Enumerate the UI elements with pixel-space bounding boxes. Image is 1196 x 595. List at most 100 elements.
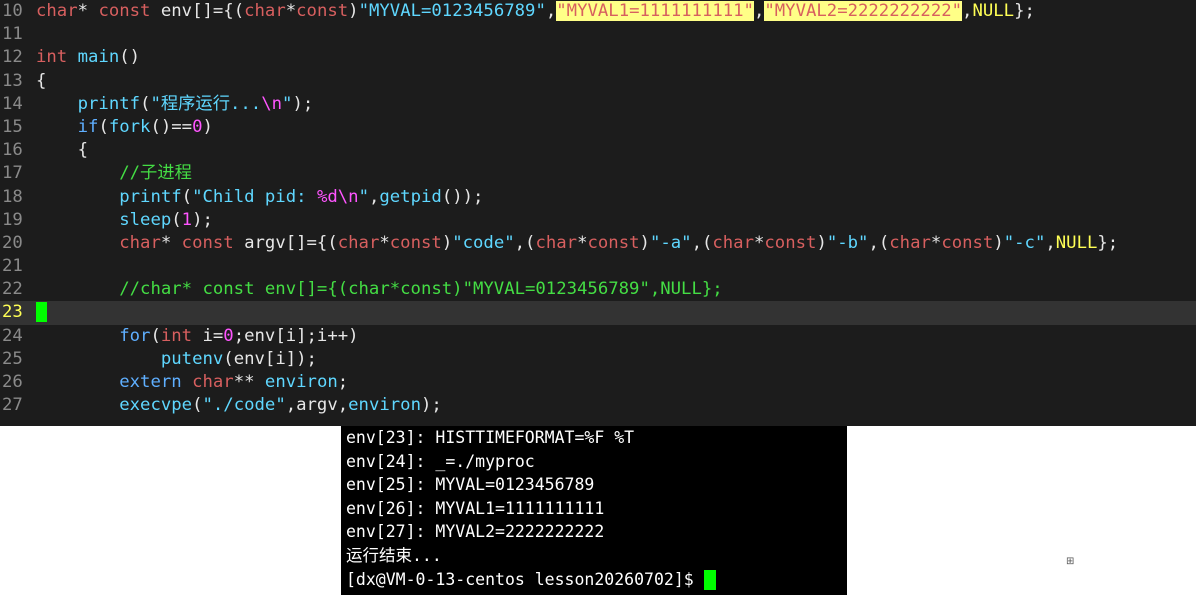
- code-token: const: [389, 232, 442, 253]
- code-token: ): [993, 232, 1004, 253]
- code-token: i=: [192, 325, 224, 346]
- code-token: const: [98, 1, 151, 21]
- code-token: "-b": [826, 232, 869, 253]
- code-token: getpid: [379, 186, 442, 207]
- code-token: char: [889, 232, 931, 253]
- code-token: (: [181, 186, 193, 207]
- code-line[interactable]: 13 {: [0, 70, 1196, 93]
- code-line[interactable]: 26 extern char** environ;: [0, 371, 1196, 394]
- code-text: char* const env[]={(char*const)"MYVAL=01…: [26, 0, 1035, 23]
- code-token: "MYVAL2=2222222222": [764, 1, 963, 21]
- code-token: char: [192, 372, 234, 392]
- code-token: extern: [119, 372, 182, 392]
- code-token: ,: [545, 1, 557, 21]
- line-number: 12: [2, 47, 23, 68]
- code-token: "程序运行...: [150, 93, 262, 114]
- code-line[interactable]: 17 //子进程: [0, 162, 1196, 185]
- code-line[interactable]: 25 putenv(env[i]);: [0, 348, 1196, 371]
- code-token: argv[]={(: [233, 232, 338, 253]
- line-number: 15: [2, 116, 23, 137]
- code-line[interactable]: 19 sleep(1);: [0, 209, 1196, 232]
- terminal-prompt: [dx@VM-0-13-centos lesson20260702]$: [346, 569, 704, 589]
- code-token: *: [160, 232, 182, 253]
- code-token: const: [587, 232, 640, 253]
- code-token: "-a": [649, 232, 692, 253]
- line-number: 13: [2, 70, 23, 91]
- code-token: ): [348, 1, 359, 21]
- terminal-line: 运行结束...: [346, 545, 442, 565]
- code-line[interactable]: 22 //char* const env[]={(char*const)"MYV…: [0, 278, 1196, 301]
- line-number: 24: [2, 325, 23, 346]
- code-token: environ: [348, 395, 421, 416]
- code-text: putenv(env[i]);: [26, 348, 317, 371]
- line-number: 20: [2, 232, 23, 253]
- code-token: int: [36, 47, 68, 68]
- code-token: "Child pid:: [192, 186, 317, 207]
- code-token: };: [1014, 1, 1035, 21]
- code-token: ;: [337, 372, 349, 392]
- code-line[interactable]: 16 {: [0, 139, 1196, 162]
- grid-icon: ⊞: [1066, 556, 1075, 567]
- code-token: char: [337, 232, 380, 253]
- code-lines: 10 char* const env[]={(char*const)"MYVAL=…: [0, 0, 1196, 417]
- code-line[interactable]: 24 for(int i=0;env[i];i++): [0, 325, 1196, 348]
- code-line[interactable]: 12 int main(): [0, 46, 1196, 69]
- code-token: *: [577, 232, 588, 253]
- code-token: 0: [192, 116, 203, 137]
- code-editor[interactable]: 10 char* const env[]={(char*const)"MYVAL=…: [0, 0, 1196, 426]
- code-text: [26, 301, 47, 324]
- code-token: NULL: [972, 1, 1015, 21]
- code-token: (: [192, 395, 203, 416]
- code-token: *: [77, 1, 99, 21]
- code-token: ,: [368, 186, 380, 207]
- code-token: char: [535, 232, 578, 253]
- terminal-line: env[25]: MYVAL=0123456789: [346, 475, 595, 495]
- code-token: printf: [77, 93, 141, 114]
- line-number: 26: [2, 372, 23, 392]
- code-token: const: [181, 232, 234, 253]
- terminal-output: env[23]: HISTTIMEFORMAT=%F %T env[24]: _=…: [341, 426, 847, 568]
- code-token: "code": [452, 232, 515, 253]
- code-token: char: [244, 1, 286, 21]
- code-line[interactable]: 27 execvpe("./code",argv,environ);: [0, 394, 1196, 417]
- code-line[interactable]: 14 printf("程序运行...\n");: [0, 93, 1196, 116]
- code-token: );: [292, 93, 314, 114]
- terminal-line: env[27]: MYVAL2=2222222222: [346, 522, 605, 542]
- editor-cursor: [36, 302, 47, 323]
- code-token: execvpe: [119, 395, 193, 416]
- code-line[interactable]: 10 char* const env[]={(char*const)"MYVAL=…: [0, 0, 1196, 23]
- code-text: int main(): [26, 46, 140, 69]
- code-token: ,argv,: [285, 395, 349, 416]
- code-line[interactable]: 15 if(fork()==0): [0, 116, 1196, 139]
- code-token: "./code": [202, 395, 286, 416]
- code-token: ): [639, 232, 650, 253]
- code-token: ": [358, 186, 369, 207]
- line-number: 27: [2, 395, 23, 416]
- code-token: main: [77, 47, 120, 68]
- code-token: "MYVAL=0123456789": [358, 1, 546, 21]
- code-line[interactable]: 21: [0, 255, 1196, 278]
- code-text: if(fork()==0): [26, 116, 213, 139]
- code-text: printf("程序运行...\n");: [26, 93, 314, 116]
- code-text: sleep(1);: [26, 209, 213, 232]
- terminal-window[interactable]: env[23]: HISTTIMEFORMAT=%F %T env[24]: _=…: [341, 426, 847, 595]
- code-line[interactable]: 20 char* const argv[]={(char*const)"code…: [0, 232, 1196, 255]
- terminal-prompt-line[interactable]: [dx@VM-0-13-centos lesson20260702]$: [341, 568, 847, 592]
- code-token: \n: [261, 93, 283, 114]
- code-token: ());: [441, 186, 484, 207]
- code-token: *: [379, 232, 390, 253]
- code-token: );: [421, 395, 442, 416]
- terminal-line: env[23]: HISTTIMEFORMAT=%F %T: [346, 428, 635, 447]
- code-line[interactable]: 23: [0, 301, 1196, 325]
- line-number: 14: [2, 93, 23, 114]
- code-line[interactable]: 18 printf("Child pid: %d\n",getpid());: [0, 186, 1196, 209]
- code-token: environ: [264, 372, 338, 392]
- code-line[interactable]: 11: [0, 23, 1196, 46]
- code-token: ,(: [514, 232, 536, 253]
